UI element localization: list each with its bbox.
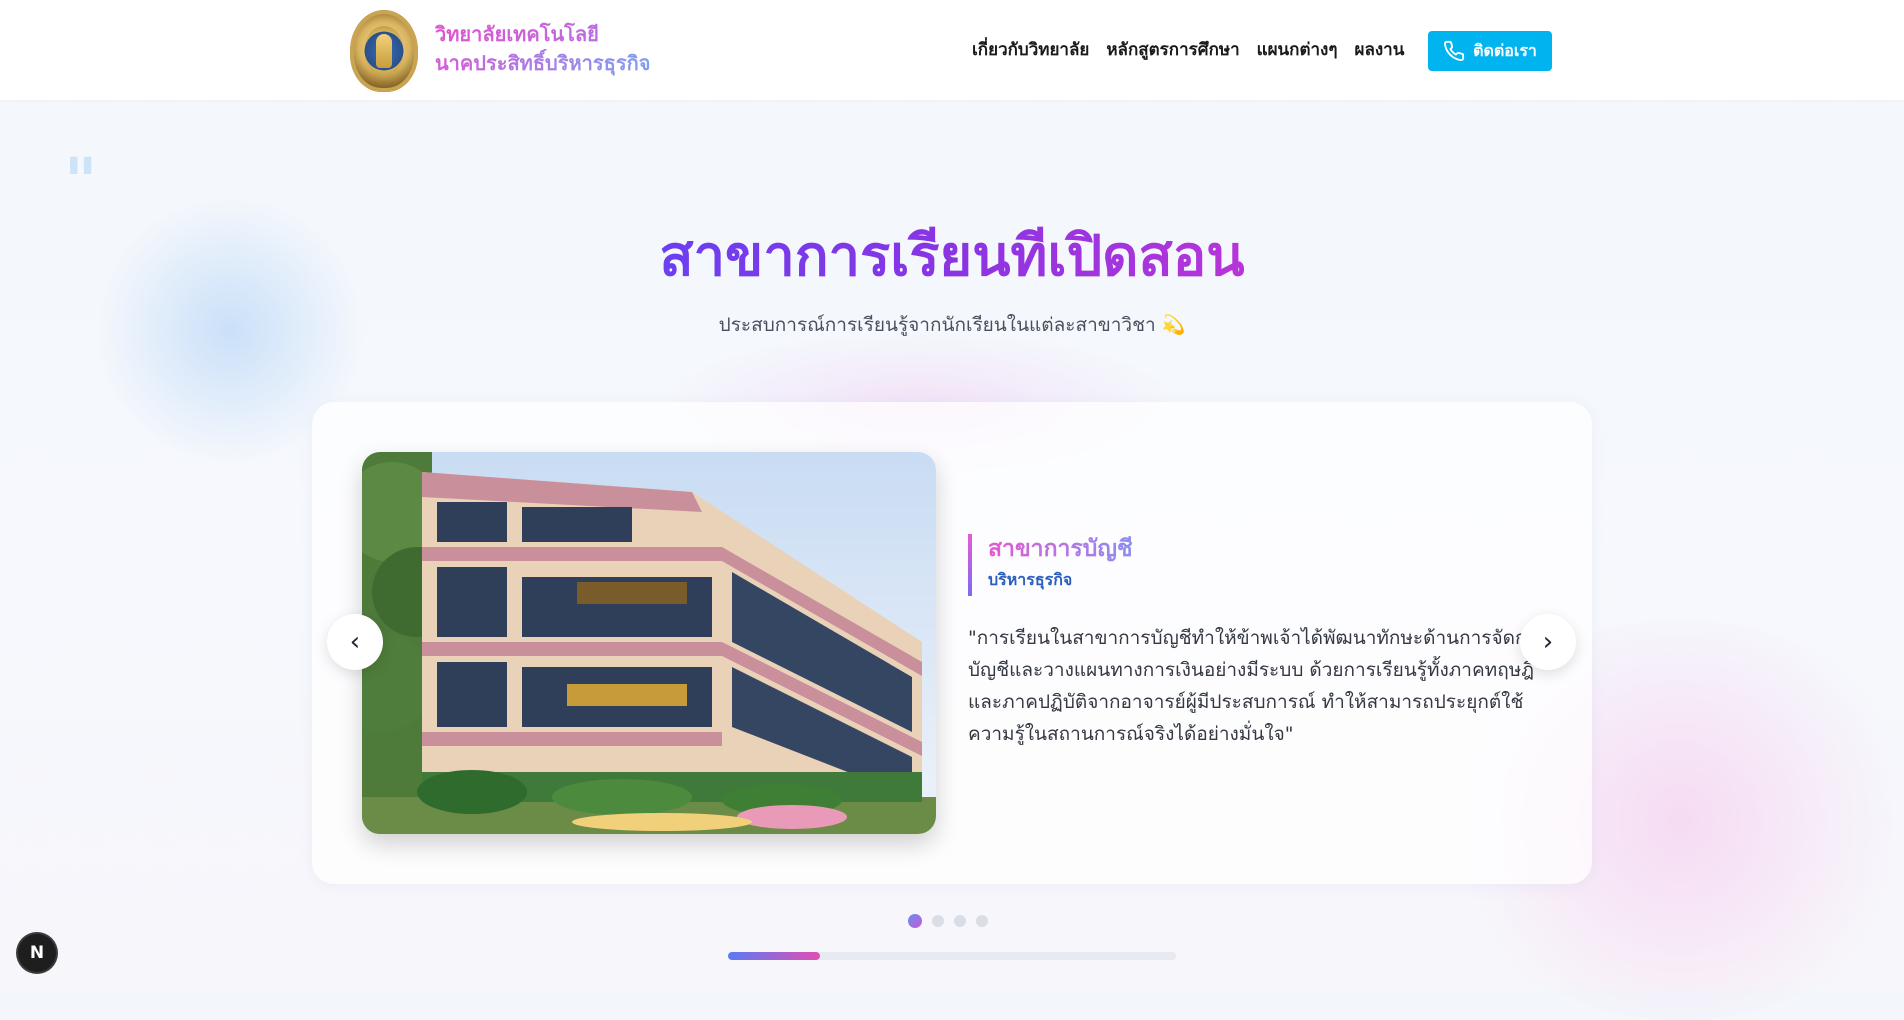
college-emblem-icon[interactable]: [350, 10, 418, 92]
carousel-progress-track: [728, 952, 1176, 960]
nav-item-about[interactable]: เกี่ยวกับวิทยาลัย: [972, 36, 1089, 63]
nextjs-badge[interactable]: N: [18, 934, 56, 972]
carousel-prev-button[interactable]: ‹: [327, 614, 383, 670]
phone-icon: [1444, 40, 1465, 61]
nav-item-curriculum[interactable]: หลักสูตรการศึกษา: [1106, 36, 1239, 63]
major-name: สาขาการบัญชี: [988, 534, 1548, 564]
brand-line-1: วิทยาลัยเทคโนโลยี: [435, 20, 650, 49]
nav-item-departments[interactable]: แผนกต่างๆ: [1257, 36, 1338, 63]
main-nav: เกี่ยวกับวิทยาลัย หลักสูตรการศึกษา แผนกต…: [972, 36, 1404, 63]
carousel-progress-fill: [728, 952, 820, 960]
quote-mark-decoration: ": [64, 144, 98, 219]
faculty-name: บริหารธุรกิจ: [988, 570, 1073, 589]
building-illustration: [362, 452, 936, 834]
chevron-right-icon: ›: [1542, 627, 1554, 657]
major-tag: สาขาการบัญชี บริหารธุรกิจ: [968, 534, 1548, 596]
carousel-next-button[interactable]: ›: [1520, 614, 1576, 670]
chevron-left-icon: ‹: [349, 627, 361, 657]
testimonial-card: สาขาการบัญชี บริหารธุรกิจ "การเรียนในสาข…: [312, 402, 1592, 884]
contact-button[interactable]: ติดต่อเรา: [1428, 31, 1552, 71]
section-title: สาขาการเรียนทีเปิดสอน: [0, 222, 1904, 292]
testimonial-quote: "การเรียนในสาขาการบัญชีทำให้ข้าพเจ้าได้พ…: [968, 627, 1548, 745]
emblem-figure: [376, 34, 392, 68]
section-title-text: สาขาการเรียนทีเปิดสอน: [659, 224, 1245, 289]
carousel-dot[interactable]: [932, 915, 944, 927]
nav-item-portfolio[interactable]: ผลงาน: [1354, 36, 1404, 63]
carousel-dots: [908, 914, 988, 928]
college-building-photo: [362, 452, 936, 834]
carousel-dot[interactable]: [976, 915, 988, 927]
brand-name[interactable]: วิทยาลัยเทคโนโลยี นาคประสิทธิ์บริหารธุรก…: [435, 20, 650, 78]
carousel-dot[interactable]: [908, 914, 922, 928]
contact-button-label: ติดต่อเรา: [1473, 40, 1537, 60]
testimonial-info: สาขาการบัญชี บริหารธุรกิจ "การเรียนในสาข…: [968, 534, 1548, 750]
brand-line-2: นาคประสิทธิ์บริหารธุรกิจ: [435, 49, 650, 78]
major-name-text: สาขาการบัญชี: [988, 536, 1133, 562]
site-header: วิทยาลัยเทคโนโลยี นาคประสิทธิ์บริหารธุรก…: [0, 0, 1904, 100]
carousel-dot[interactable]: [954, 915, 966, 927]
